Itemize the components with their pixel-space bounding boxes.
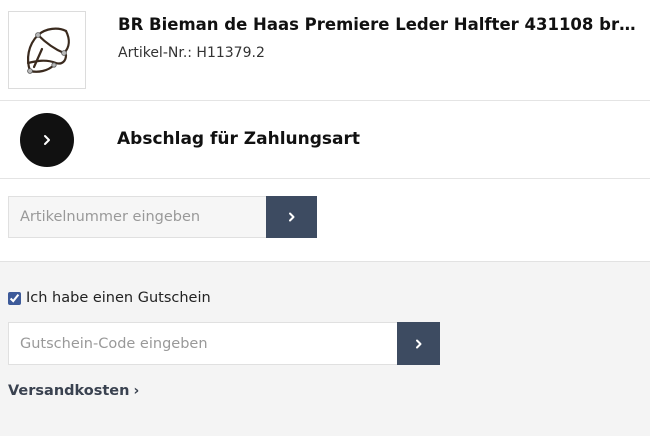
cart-item-row: BR Bieman de Haas Premiere Leder Halfter…	[0, 0, 650, 101]
voucher-checkbox-label: Ich habe einen Gutschein	[26, 290, 211, 306]
product-thumbnail[interactable]	[8, 11, 86, 89]
halter-image	[26, 27, 70, 74]
product-sku: Artikel-Nr.: H11379.2	[118, 45, 265, 61]
payment-fee-label: Abschlag für Zahlungsart	[117, 129, 361, 149]
chevron-right-icon: ›	[133, 383, 140, 399]
chevron-right-icon	[288, 212, 294, 222]
voucher-code-input[interactable]	[8, 322, 397, 365]
voucher-toggle[interactable]: Ich habe einen Gutschein	[8, 290, 211, 306]
shipping-costs-label: Versandkosten	[8, 383, 130, 399]
shipping-costs-link[interactable]: Versandkosten ›	[8, 383, 139, 399]
redeem-voucher-button[interactable]	[397, 322, 440, 365]
payment-fee-row: Abschlag für Zahlungsart	[0, 101, 650, 179]
chevron-right-icon	[415, 339, 421, 348]
voucher-checkbox[interactable]	[8, 291, 21, 305]
add-sku-button[interactable]	[266, 196, 317, 238]
chevron-right-icon	[44, 135, 50, 145]
payment-fee-badge	[20, 113, 74, 167]
product-title[interactable]: BR Bieman de Haas Premiere Leder Halfter…	[118, 15, 646, 34]
sku-input[interactable]	[8, 196, 266, 238]
